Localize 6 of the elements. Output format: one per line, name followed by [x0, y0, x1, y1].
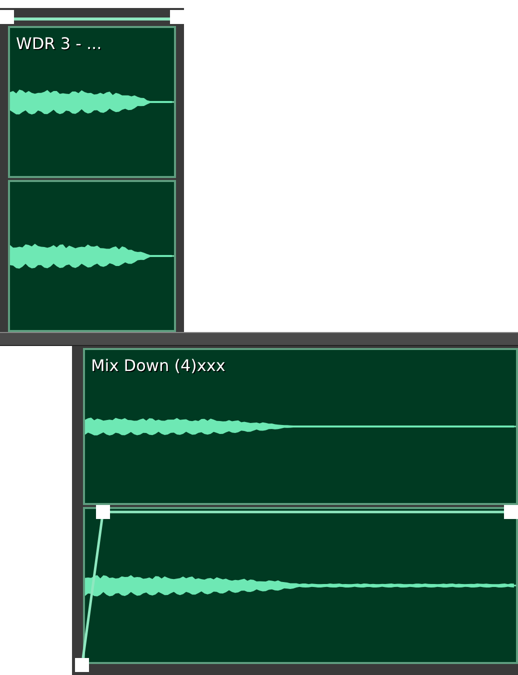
- clip-title: Mix Down (4)xxx: [91, 356, 226, 375]
- envelope-drawing[interactable]: [0, 10, 184, 24]
- clip-title: WDR 3 - ...: [16, 34, 102, 53]
- audio-channel[interactable]: [8, 180, 176, 332]
- audio-channel[interactable]: Mix Down (4)xxx: [83, 348, 518, 505]
- audio-channel[interactable]: WDR 3 - ...: [8, 26, 176, 178]
